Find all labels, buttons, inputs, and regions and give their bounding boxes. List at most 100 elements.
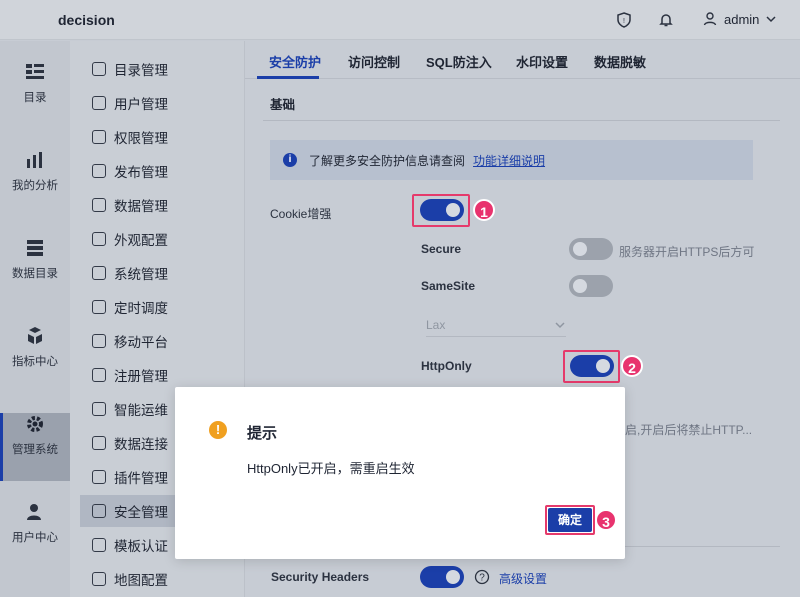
rail-item-catalog[interactable]: 目录	[0, 61, 70, 129]
submenu-label: 目录管理	[114, 63, 168, 78]
submenu-item-publish[interactable]: 发布管理	[80, 155, 245, 187]
rail-label: 管理系统	[12, 444, 58, 456]
samesite-select[interactable]: Lax	[426, 313, 566, 337]
gear-icon	[92, 266, 106, 280]
username: admin	[724, 11, 760, 27]
samesite-value: Lax	[426, 317, 446, 332]
rail-label: 我的分析	[12, 180, 58, 192]
top-bar: decision ! admin	[0, 0, 800, 40]
rail-item-admin[interactable]: 管理系统	[0, 413, 70, 481]
submenu-item-permissions[interactable]: 权限管理	[80, 121, 245, 153]
mobile-icon	[92, 334, 106, 348]
template-icon	[92, 538, 106, 552]
database-icon	[27, 240, 43, 256]
security-headers-label: Security Headers	[271, 570, 370, 584]
rail-label: 数据目录	[12, 268, 58, 280]
httponly-label: HttpOnly	[421, 359, 472, 373]
info-icon: i	[283, 153, 297, 167]
rail-label: 用户中心	[12, 532, 58, 544]
samesite-label: SameSite	[421, 279, 476, 293]
submenu-label: 数据管理	[114, 199, 168, 214]
chevron-down-icon	[555, 321, 565, 328]
user-menu[interactable]: admin	[702, 11, 777, 27]
dialog-title: 提示	[247, 425, 278, 442]
user-icon	[92, 96, 106, 110]
tab-security-protection[interactable]: 安全防护	[269, 52, 321, 71]
chevron-down-icon	[766, 16, 776, 23]
shield-icon[interactable]: !	[615, 11, 633, 29]
tab-data-masking[interactable]: 数据脱敏	[594, 52, 646, 71]
submenu-label: 发布管理	[114, 165, 168, 180]
section-title: 基础	[270, 98, 296, 112]
divider	[263, 120, 780, 121]
map-icon	[92, 572, 106, 586]
submenu-label: 移动平台	[114, 335, 168, 350]
submenu-label: 系统管理	[114, 267, 168, 282]
submenu-label: 用户管理	[114, 97, 168, 112]
puzzle-icon	[92, 470, 106, 484]
highlight-box	[412, 194, 470, 227]
submenu-item-system[interactable]: 系统管理	[80, 257, 245, 289]
security-headers-toggle[interactable]	[420, 566, 464, 588]
info-link[interactable]: 功能详细说明	[473, 152, 545, 169]
submenu-item-schedule[interactable]: 定时调度	[80, 291, 245, 323]
submenu-label: 智能运维	[114, 403, 168, 418]
shield-plus-icon	[92, 504, 106, 518]
chart-icon	[27, 152, 42, 168]
secure-label: Secure	[421, 242, 462, 256]
catalog-icon	[92, 62, 106, 76]
submenu-label: 模板认证	[114, 539, 168, 554]
dialog-message: HttpOnly已开启，需重启生效	[247, 461, 415, 476]
app-title: decision	[58, 12, 115, 28]
register-icon	[92, 368, 106, 382]
submenu-item-map[interactable]: 地图配置	[80, 563, 245, 595]
svg-text:?: ?	[479, 573, 485, 584]
step-badge-2: 2	[621, 355, 643, 377]
submenu-label: 数据连接	[114, 437, 168, 452]
tab-watermark[interactable]: 水印设置	[516, 52, 568, 71]
submenu-label: 插件管理	[114, 471, 168, 486]
advanced-settings-link[interactable]: 高级设置	[499, 570, 547, 587]
secure-toggle[interactable]	[569, 238, 613, 260]
cookie-label: Cookie增强	[270, 207, 332, 221]
timer-icon	[92, 300, 106, 314]
help-icon[interactable]: ?	[474, 569, 490, 585]
tab-access-control[interactable]: 访问控制	[348, 52, 400, 71]
submenu-label: 安全管理	[114, 505, 168, 520]
active-tab-indicator	[257, 76, 319, 79]
submenu-item-appearance[interactable]: 外观配置	[80, 223, 245, 255]
left-rail: 目录 我的分析 数据目录 指标中心 管理系统 用户中心	[0, 41, 70, 597]
box-icon	[92, 198, 106, 212]
submenu-item-catalog[interactable]: 目录管理	[80, 53, 245, 85]
gear-icon	[27, 416, 43, 432]
submenu-label: 外观配置	[114, 233, 168, 248]
submenu-label: 定时调度	[114, 301, 168, 316]
list-icon	[26, 64, 44, 79]
user-icon	[27, 504, 41, 520]
samesite-toggle[interactable]	[569, 275, 613, 297]
bell-icon[interactable]	[657, 11, 675, 29]
publish-icon	[92, 164, 106, 178]
link-icon	[92, 436, 106, 450]
highlight-box	[545, 505, 595, 535]
step-badge-3: 3	[595, 509, 617, 531]
warning-icon: !	[209, 421, 227, 439]
rail-item-analysis[interactable]: 我的分析	[0, 149, 70, 217]
submenu-item-mobile[interactable]: 移动平台	[80, 325, 245, 357]
brush-icon	[92, 232, 106, 246]
httponly-hint: 启,开启后将禁止HTTP...	[625, 423, 753, 437]
rail-label: 目录	[23, 92, 47, 104]
submenu-item-data[interactable]: 数据管理	[80, 189, 245, 221]
rail-item-user-center[interactable]: 用户中心	[0, 501, 70, 569]
rail-label: 指标中心	[12, 356, 58, 368]
info-banner: i 了解更多安全防护信息请查阅 功能详细说明	[270, 140, 753, 180]
rail-item-data-catalog[interactable]: 数据目录	[0, 237, 70, 305]
tab-sql-injection[interactable]: SQL防注入	[426, 52, 492, 71]
submenu-label: 注册管理	[114, 369, 168, 384]
rail-item-metrics[interactable]: 指标中心	[0, 325, 70, 393]
user-icon	[703, 12, 717, 26]
cubes-icon	[28, 327, 42, 344]
secure-hint: 服务器开启HTTPS后方可	[619, 245, 755, 259]
submenu-item-users[interactable]: 用户管理	[80, 87, 245, 119]
restart-dialog: ! 提示 HttpOnly已开启，需重启生效 确定 3	[175, 387, 625, 559]
